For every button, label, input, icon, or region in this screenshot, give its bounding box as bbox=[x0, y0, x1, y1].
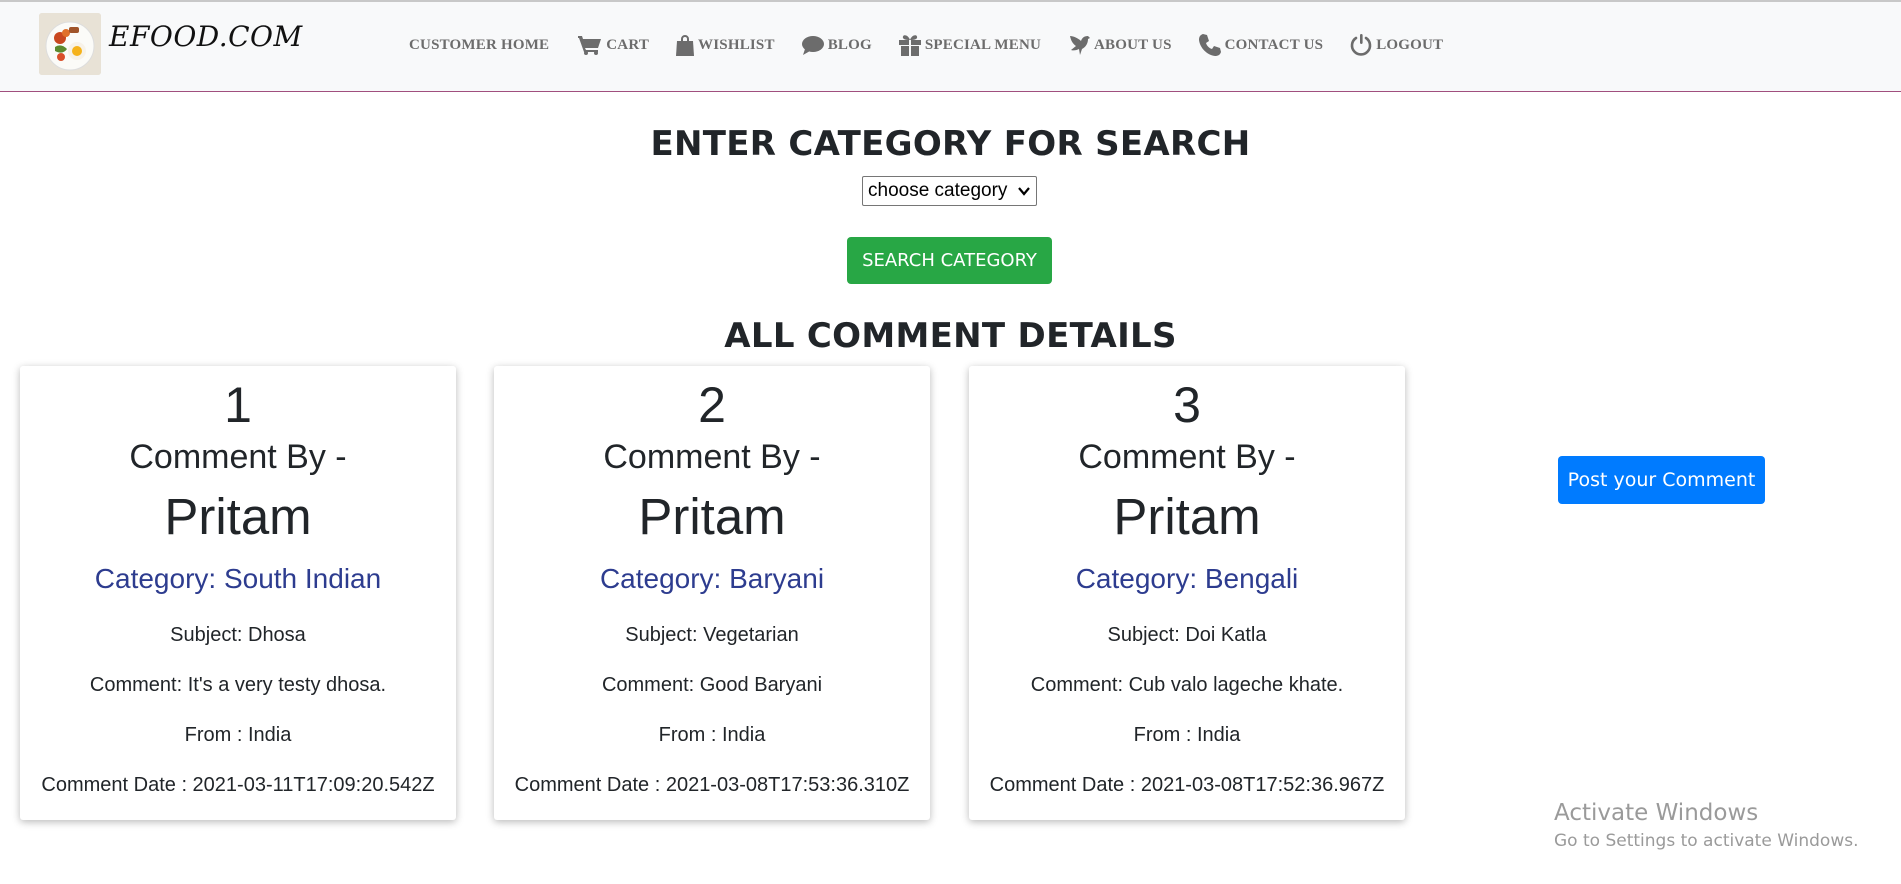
post-comment-button[interactable]: Post your Comment bbox=[1558, 456, 1765, 504]
bag-icon bbox=[676, 35, 695, 56]
nav-contact-us[interactable]: CONTACT US bbox=[1198, 34, 1324, 56]
comment-from: From : India bbox=[184, 724, 292, 746]
nav-about-us[interactable]: ABOUT US bbox=[1068, 34, 1172, 56]
comment-from: From : India bbox=[658, 724, 766, 746]
comment-subject: Subject: Vegetarian bbox=[625, 624, 799, 646]
comment-date: Comment Date : 2021-03-11T17:09:20.542Z bbox=[41, 774, 435, 796]
category-select-value: choose category bbox=[868, 180, 1008, 201]
cart-icon bbox=[578, 36, 602, 55]
nav-label: BLOG bbox=[827, 36, 872, 53]
nav-label: CUSTOMER HOME bbox=[409, 36, 550, 53]
comment-number: 2 bbox=[698, 377, 726, 433]
comment-card: 3 Comment By - Pritam Category: Bengali … bbox=[969, 366, 1405, 820]
comment-text: Comment: Cub valo lageche khate. bbox=[1030, 674, 1344, 696]
comment-category: Category: Bengali bbox=[1075, 563, 1299, 594]
commenter-name: Pritam bbox=[164, 488, 312, 545]
navbar: EFOOD.COM CUSTOMER HOME CART WISHLIST BL… bbox=[0, 2, 1901, 92]
search-heading: ENTER CATEGORY FOR SEARCH bbox=[650, 124, 1251, 164]
commenter-name: Pritam bbox=[1113, 488, 1261, 545]
comment-subject: Subject: Dhosa bbox=[170, 624, 306, 646]
search-category-button[interactable]: SEARCH CATEGORY bbox=[847, 237, 1052, 284]
phone-icon bbox=[1198, 34, 1221, 56]
power-icon bbox=[1350, 34, 1372, 56]
nav-label: SPECIAL MENU bbox=[924, 36, 1042, 53]
comment-text: Comment: It's a very testy dhosa. bbox=[89, 674, 387, 696]
comment-from: From : India bbox=[1133, 724, 1241, 746]
windows-activation-watermark: Activate Windows Go to Settings to activ… bbox=[1554, 800, 1859, 851]
main-nav: CUSTOMER HOME CART WISHLIST BLOG SPECIAL… bbox=[409, 31, 1470, 59]
comment-text: Comment: Good Baryani bbox=[601, 674, 823, 696]
comments-heading: ALL COMMENT DETAILS bbox=[724, 316, 1177, 356]
nav-logout[interactable]: LOGOUT bbox=[1350, 34, 1443, 56]
comment-category: Category: South Indian bbox=[94, 563, 382, 594]
gift-icon bbox=[898, 35, 921, 56]
nav-label: LOGOUT bbox=[1376, 36, 1444, 53]
comment-icon bbox=[801, 36, 824, 55]
comment-card: 1 Comment By - Pritam Category: South In… bbox=[20, 366, 456, 820]
comment-date: Comment Date : 2021-03-08T17:53:36.310Z bbox=[514, 774, 910, 796]
commenter-name: Pritam bbox=[638, 488, 786, 545]
nav-label: ABOUT US bbox=[1094, 36, 1172, 53]
watermark-title: Activate Windows bbox=[1554, 800, 1759, 826]
comment-by-label: Comment By - bbox=[1078, 438, 1296, 476]
brand-name[interactable]: EFOOD.COM bbox=[109, 20, 303, 53]
comment-number: 1 bbox=[224, 377, 252, 433]
comment-category: Category: Baryani bbox=[599, 563, 825, 594]
watermark-subtitle: Go to Settings to activate Windows. bbox=[1554, 831, 1859, 851]
logo-image[interactable] bbox=[39, 13, 101, 75]
comment-date: Comment Date : 2021-03-08T17:52:36.967Z bbox=[989, 774, 1385, 796]
category-select-box[interactable]: choose category bbox=[862, 176, 1037, 206]
nav-customer-home[interactable]: CUSTOMER HOME bbox=[409, 37, 549, 54]
comment-card: 2 Comment By - Pritam Category: Baryani … bbox=[494, 366, 930, 820]
category-select[interactable]: choose category bbox=[862, 176, 1037, 206]
nav-blog[interactable]: BLOG bbox=[801, 35, 872, 55]
nav-label: WISHLIST bbox=[698, 36, 775, 53]
comment-number: 3 bbox=[1173, 377, 1201, 433]
nav-wishlist[interactable]: WISHLIST bbox=[676, 34, 775, 56]
dove-icon bbox=[1070, 36, 1091, 55]
nav-label: CART bbox=[606, 36, 650, 53]
comment-by-label: Comment By - bbox=[603, 438, 821, 476]
nav-special-menu[interactable]: SPECIAL MENU bbox=[898, 34, 1042, 56]
comment-subject: Subject: Doi Katla bbox=[1107, 624, 1267, 646]
nav-label: CONTACT US bbox=[1224, 36, 1324, 53]
chevron-down-icon bbox=[1018, 187, 1030, 196]
nav-cart[interactable]: CART bbox=[578, 35, 649, 55]
comment-by-label: Comment By - bbox=[129, 438, 347, 476]
